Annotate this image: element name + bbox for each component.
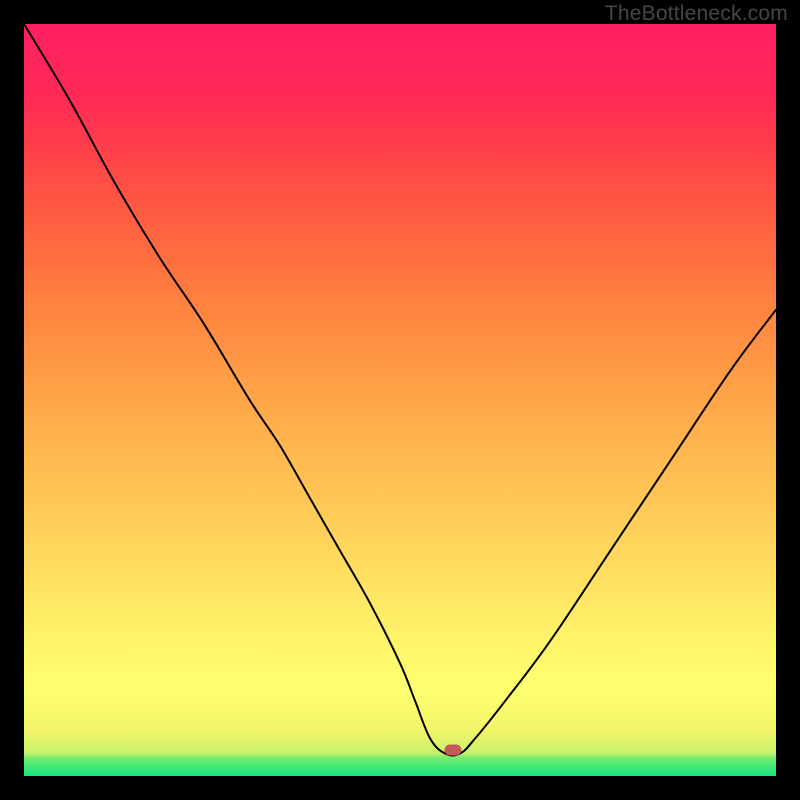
optimal-point-marker [444, 744, 461, 755]
curve-svg [24, 24, 776, 776]
bottleneck-curve [24, 24, 776, 755]
watermark-text: TheBottleneck.com [605, 2, 788, 26]
chart-frame: TheBottleneck.com [0, 0, 800, 800]
plot-area [24, 24, 776, 776]
